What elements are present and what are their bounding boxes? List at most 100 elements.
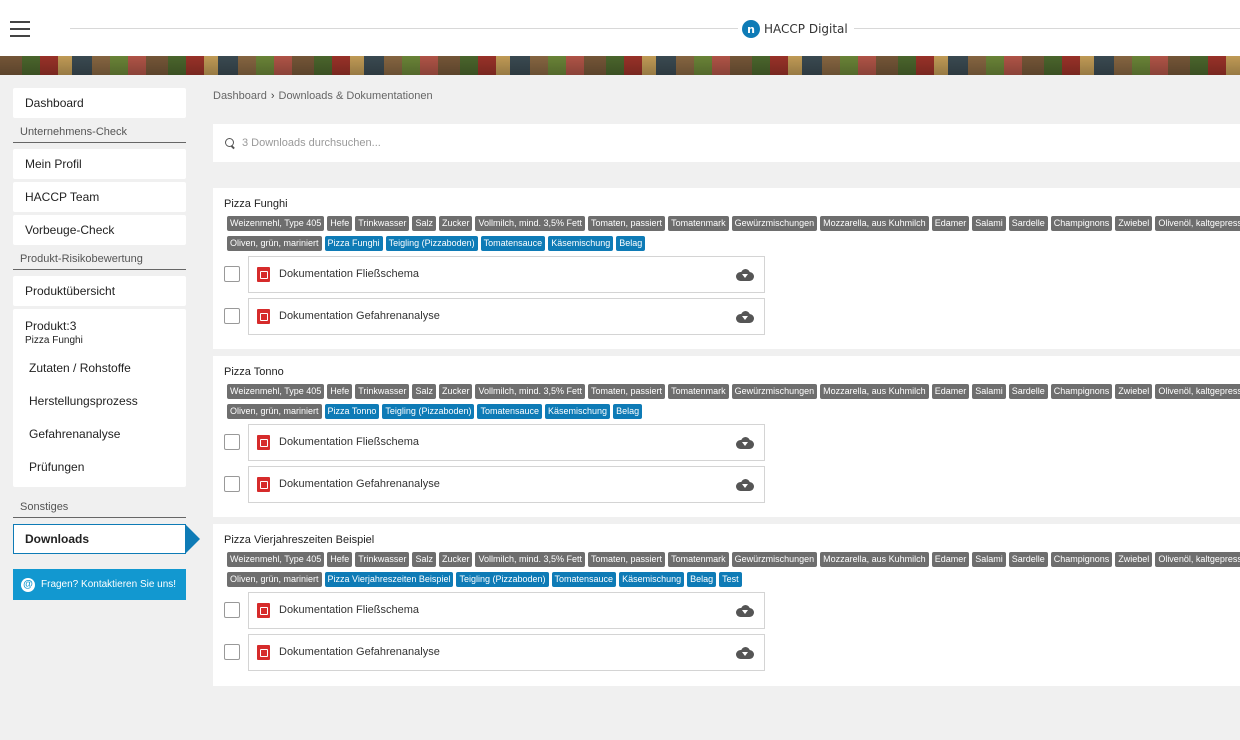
ingredient-tag: Edamer — [931, 216, 970, 231]
doc-flowchart[interactable]: Dokumentation Fließschema — [248, 591, 765, 629]
search-input[interactable] — [242, 137, 842, 149]
select-checkbox[interactable] — [224, 602, 240, 618]
search-icon — [225, 137, 236, 149]
product-name: Pizza Funghi — [25, 335, 83, 346]
header-divider — [70, 28, 1240, 29]
doc-hazard-analysis[interactable]: Dokumentation Gefahrenanalyse — [248, 633, 765, 671]
product-card: Pizza Funghi Weizenmehl, Type 405 Hefe Trin… — [213, 188, 1240, 349]
product-number: Produkt:3 — [25, 319, 77, 333]
ingredient-tag: Olivenöl, kaltgepresst — [1155, 216, 1240, 231]
sidebar-item-mein-profil[interactable]: Mein Profil — [13, 149, 186, 179]
download-arrow-icon — [742, 609, 748, 614]
download-arrow-icon — [742, 273, 748, 278]
ingredient-tag: Hefe — [327, 384, 353, 399]
select-checkbox[interactable] — [224, 266, 240, 282]
sidebar-item-dashboard[interactable]: Dashboard — [13, 88, 186, 118]
ingredient-tag: Weizenmehl, Type 405 — [227, 216, 325, 231]
download-arrow-icon — [742, 315, 748, 320]
doc-hazard-analysis[interactable]: Dokumentation Gefahrenanalyse — [248, 297, 765, 335]
ingredient-tag: Tomatensauce — [480, 235, 546, 251]
food-banner-image — [0, 56, 1240, 75]
ingredient-tag: Pizza Tonno — [324, 403, 380, 419]
ingredient-tag: Oliven, grün, mariniert — [227, 235, 322, 251]
breadcrumb-current: Downloads & Dokumentationen — [278, 90, 433, 102]
ingredient-tag: Salami — [972, 384, 1006, 399]
ingredient-tag: Vollmilch, mind. 3,5% Fett — [475, 384, 586, 399]
ingredient-tag: Pizza Funghi — [324, 235, 383, 251]
ingredient-tag: Zwiebel — [1115, 216, 1153, 231]
product-header[interactable]: Produkt:3 Pizza Funghi — [13, 309, 186, 351]
document-label: Dokumentation Gefahrenanalyse — [279, 310, 440, 322]
ingredient-tag: Tomatensauce — [551, 571, 617, 587]
breadcrumb: Dashboard › Downloads & Dokumentationen — [213, 90, 433, 102]
select-checkbox[interactable] — [224, 308, 240, 324]
ingredient-tag: Belag — [687, 571, 717, 587]
download-arrow-icon — [742, 441, 748, 446]
ingredient-tag: Hefe — [327, 216, 353, 231]
ingredient-tag: Vollmilch, mind. 3,5% Fett — [475, 216, 586, 231]
ingredient-tag: Trinkwasser — [355, 216, 410, 231]
doc-flowchart[interactable]: Dokumentation Fließschema — [248, 255, 765, 293]
document-label: Dokumentation Fließschema — [279, 604, 420, 616]
ingredient-tag: Weizenmehl, Type 405 — [227, 552, 325, 567]
sidebar-item-pruefungen[interactable]: Prüfungen — [13, 450, 186, 483]
ingredient-tag: Sardelle — [1008, 552, 1048, 567]
ingredient-tag: Sardelle — [1008, 384, 1048, 399]
sidebar-item-herstellungsprozess[interactable]: Herstellungsprozess — [13, 384, 186, 417]
product-card-title: Pizza Tonno — [224, 366, 284, 378]
doc-flowchart[interactable]: Dokumentation Fließschema — [248, 423, 765, 461]
ingredient-tag: Salz — [412, 384, 436, 399]
ingredient-tag: Olivenöl, kaltgepresst — [1155, 384, 1240, 399]
ingredient-tag: Mozzarella, aus Kuhmilch — [820, 216, 929, 231]
document-label: Dokumentation Gefahrenanalyse — [279, 646, 440, 658]
sidebar-item-haccp-team[interactable]: HACCP Team — [13, 182, 186, 212]
breadcrumb-dashboard-link[interactable]: Dashboard — [213, 90, 267, 102]
ingredient-tag: Gewürzmischungen — [731, 552, 818, 567]
ingredient-tag: Edamer — [931, 384, 970, 399]
doc-hazard-analysis[interactable]: Dokumentation Gefahrenanalyse — [248, 465, 765, 503]
sidebar-item-zutaten[interactable]: Zutaten / Rohstoffe — [13, 351, 186, 384]
active-indicator-arrow — [185, 524, 200, 554]
pdf-icon — [257, 434, 270, 450]
ingredient-tag: Salami — [972, 552, 1006, 567]
ingredient-tag: Tomatenmark — [668, 552, 729, 567]
ingredient-tag: Champignons — [1050, 216, 1113, 231]
search-bar — [213, 124, 1240, 162]
ingredient-tag: Zwiebel — [1115, 552, 1153, 567]
select-checkbox[interactable] — [224, 434, 240, 450]
product-card: Pizza Tonno Weizenmehl, Type 405 Hefe Trink… — [213, 356, 1240, 517]
ingredient-tag: Käsemischung — [619, 571, 685, 587]
ingredient-tag: Salz — [412, 216, 436, 231]
ingredient-tag: Champignons — [1050, 384, 1113, 399]
sidebar-item-label: Downloads — [25, 532, 90, 546]
ingredient-tag: Vollmilch, mind. 3,5% Fett — [475, 552, 586, 567]
sidebar-item-produktuebersicht[interactable]: Produktübersicht — [13, 276, 186, 306]
download-arrow-icon — [742, 651, 748, 656]
sidebar-item-vorbeuge-check[interactable]: Vorbeuge-Check — [13, 215, 186, 245]
menu-icon[interactable] — [10, 21, 30, 37]
contact-label: Fragen? Kontaktieren Sie uns! — [41, 579, 177, 590]
document-row: Dokumentation Fließschema — [224, 422, 1240, 462]
product-card: Pizza Vierjahreszeiten Beispiel Weizenmeh… — [213, 524, 1240, 686]
select-checkbox[interactable] — [224, 644, 240, 660]
ingredient-tag: Teigling (Pizzaboden) — [382, 403, 475, 419]
contact-button[interactable]: @ Fragen? Kontaktieren Sie uns! — [13, 569, 186, 600]
logo-icon: n — [742, 20, 760, 38]
ingredient-tag: Weizenmehl, Type 405 — [227, 384, 325, 399]
pdf-icon — [257, 602, 270, 618]
product-card-title: Pizza Funghi — [224, 198, 288, 210]
ingredient-tag: Trinkwasser — [355, 552, 410, 567]
ingredient-tag: Mozzarella, aus Kuhmilch — [820, 552, 929, 567]
ingredient-tag: Sardelle — [1008, 216, 1048, 231]
sidebar-item-gefahrenanalyse[interactable]: Gefahrenanalyse — [13, 417, 186, 450]
select-checkbox[interactable] — [224, 476, 240, 492]
sidebar-item-downloads[interactable]: Downloads — [13, 524, 200, 554]
app-logo[interactable]: n HACCP Digital — [738, 19, 854, 39]
ingredient-tag: Salz — [412, 552, 436, 567]
ingredient-tag: Mozzarella, aus Kuhmilch — [820, 384, 929, 399]
ingredient-tag: Gewürzmischungen — [731, 384, 818, 399]
sidebar: Dashboard Unternehmens-Check Mein Profil… — [13, 88, 200, 600]
ingredient-tag: Teigling (Pizzaboden) — [385, 235, 478, 251]
document-label: Dokumentation Fließschema — [279, 436, 420, 448]
product-nav-block: Produkt:3 Pizza Funghi Zutaten / Rohstof… — [13, 309, 186, 487]
